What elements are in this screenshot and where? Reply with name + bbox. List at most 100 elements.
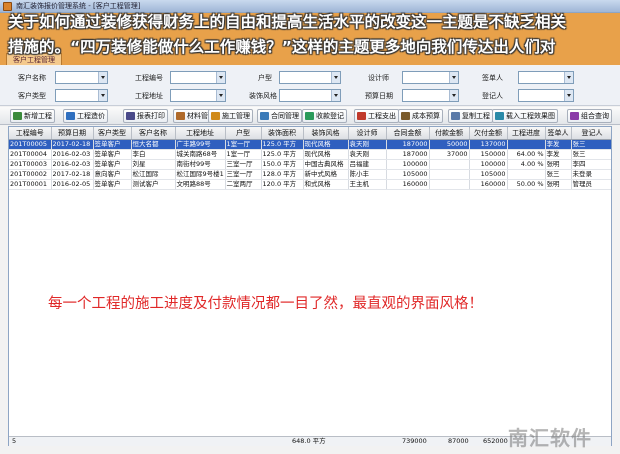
table-cell: 和式风格 xyxy=(303,179,349,190)
chevron-down-icon[interactable] xyxy=(216,72,225,83)
button-label: 合同管理 xyxy=(271,112,299,120)
project-grid[interactable]: 工程编号 预算日期 客户类型 客户名称 工程地址 户型 装饰面积 装饰风格 设计… xyxy=(8,126,612,446)
table-cell: 187000 xyxy=(386,139,430,150)
column-header[interactable]: 装饰面积 xyxy=(261,127,304,140)
filter-label: 登记人 xyxy=(482,92,503,100)
table-row[interactable]: 201T00005 2017-02-18 签单客户 恒大名都 广丰路99号 1室… xyxy=(9,139,611,150)
button-label: 工程支出 xyxy=(368,112,396,120)
table-cell: 50.00 % xyxy=(507,179,546,190)
table-cell: 201T00005 xyxy=(9,139,52,150)
combined-query-button[interactable]: 组合查询 xyxy=(567,109,612,123)
table-cell: 64.00 % xyxy=(507,149,546,160)
chevron-down-icon[interactable] xyxy=(564,90,573,101)
table-cell: 张三 xyxy=(571,149,611,160)
add-icon xyxy=(13,112,22,120)
table-header-row: 工程编号 预算日期 客户类型 客户名称 工程地址 户型 装饰面积 装饰风格 设计… xyxy=(9,127,611,140)
project-address-select[interactable] xyxy=(170,89,226,102)
project-cost-button[interactable]: 工程造价 xyxy=(63,109,108,123)
column-header[interactable]: 预算日期 xyxy=(51,127,94,140)
button-label: 组合查询 xyxy=(581,112,609,120)
button-label: 收款登记 xyxy=(316,112,344,120)
payment-register-button[interactable]: 收款登记 xyxy=(302,109,347,123)
column-header[interactable]: 签单人 xyxy=(545,127,572,140)
construction-icon xyxy=(211,112,220,120)
report-print-button[interactable]: 报表打印 xyxy=(123,109,168,123)
signer-select[interactable] xyxy=(518,71,574,84)
registrar-select[interactable] xyxy=(518,89,574,102)
column-header[interactable]: 户型 xyxy=(225,127,262,140)
table-cell: 意向客户 xyxy=(93,169,132,180)
table-cell: 新中式风格 xyxy=(303,169,349,180)
column-header[interactable]: 登记人 xyxy=(571,127,611,140)
table-cell: 李发 xyxy=(545,149,572,160)
load-rendering-button[interactable]: 载入工程效果图 xyxy=(492,109,558,123)
material-icon xyxy=(176,112,185,120)
column-header[interactable]: 工程进度 xyxy=(507,127,546,140)
table-cell: 陈小丰 xyxy=(348,169,387,180)
button-label: 载入工程效果图 xyxy=(506,112,555,120)
table-row[interactable]: 201T00004 2016-02-03 签单客户 李白 城关南路68号 1室一… xyxy=(9,149,611,160)
customer-name-select[interactable] xyxy=(55,71,108,84)
filter-panel: 客户名称 工程编号 户型 设计师 签单人 客户类型 工程地址 装饰风格 预算日期… xyxy=(0,66,620,106)
table-cell: 李白 xyxy=(131,149,176,160)
contract-total: 739000 xyxy=(402,437,427,445)
table-cell: 50000 xyxy=(429,139,470,150)
designer-select[interactable] xyxy=(402,71,459,84)
project-expense-button[interactable]: 工程支出 xyxy=(354,109,399,123)
search-icon xyxy=(570,112,579,120)
chevron-down-icon[interactable] xyxy=(331,90,340,101)
table-cell xyxy=(429,179,470,190)
construction-manage-button[interactable]: 施工管理 xyxy=(208,109,253,123)
cost-budget-button[interactable]: 成本预算 xyxy=(398,109,443,123)
chevron-down-icon[interactable] xyxy=(449,72,458,83)
decor-style-select[interactable] xyxy=(279,89,341,102)
table-cell: 201T00002 xyxy=(9,169,52,180)
budget-icon xyxy=(401,112,410,120)
chevron-down-icon[interactable] xyxy=(564,72,573,83)
column-header[interactable]: 工程编号 xyxy=(9,127,52,140)
column-header[interactable]: 客户类型 xyxy=(93,127,132,140)
copy-project-button[interactable]: 复制工程 xyxy=(448,109,493,123)
filter-label: 客户名称 xyxy=(18,74,46,82)
print-icon xyxy=(126,112,135,120)
chevron-down-icon[interactable] xyxy=(98,72,107,83)
tab-customer-project[interactable]: 客户工程管理 xyxy=(6,53,62,65)
add-project-button[interactable]: 新增工程 xyxy=(10,109,55,123)
project-table: 工程编号 预算日期 客户类型 客户名称 工程地址 户型 装饰面积 装饰风格 设计… xyxy=(9,127,611,190)
filter-label: 工程地址 xyxy=(135,92,163,100)
table-cell: 张三 xyxy=(545,169,572,180)
table-cell: 三室一厅 xyxy=(225,169,262,180)
table-row[interactable]: 201T00003 2016-02-03 签单客户 刘星 南街村99号 三室一厅… xyxy=(9,159,611,170)
table-cell: 南街村99号 xyxy=(175,159,226,170)
table-row[interactable]: 201T00002 2017-02-18 意向客户 松江国际 松江国际9号楼1 … xyxy=(9,169,611,180)
chevron-down-icon[interactable] xyxy=(331,72,340,83)
table-cell: 文明路88号 xyxy=(175,179,226,190)
column-header[interactable]: 工程地址 xyxy=(175,127,226,140)
column-header[interactable]: 欠付金额 xyxy=(469,127,508,140)
window-titlebar: 南汇装饰报价管理系统 - [客户工程管理] xyxy=(0,0,620,13)
table-row[interactable]: 201T00001 2016-02-05 签单客户 测试客户 文明路88号 二室… xyxy=(9,179,611,190)
column-header[interactable]: 装饰风格 xyxy=(303,127,349,140)
promo-message: 每一个工程的施工进度及付款情况都一目了然，最直观的界面风格！ xyxy=(48,296,483,312)
column-header[interactable]: 客户名称 xyxy=(131,127,176,140)
chevron-down-icon[interactable] xyxy=(449,90,458,101)
table-cell: 137000 xyxy=(469,139,508,150)
layout-select[interactable] xyxy=(279,71,341,84)
table-cell: 120.0 平方 xyxy=(261,179,304,190)
table-cell: 张明 xyxy=(545,159,572,170)
project-no-select[interactable] xyxy=(170,71,226,84)
expense-icon xyxy=(357,112,366,120)
table-cell: 105000 xyxy=(386,169,430,180)
column-header[interactable]: 付款金额 xyxy=(429,127,470,140)
chevron-down-icon[interactable] xyxy=(98,90,107,101)
column-header[interactable]: 合同金额 xyxy=(386,127,430,140)
contract-manage-button[interactable]: 合同管理 xyxy=(257,109,302,123)
budget-date-select[interactable] xyxy=(402,89,459,102)
table-cell: 160000 xyxy=(469,179,508,190)
column-header[interactable]: 设计师 xyxy=(348,127,387,140)
table-cell: 袁天刚 xyxy=(348,149,387,160)
customer-type-select[interactable] xyxy=(55,89,108,102)
filter-label: 客户类型 xyxy=(18,92,46,100)
table-cell: 187000 xyxy=(386,149,430,160)
chevron-down-icon[interactable] xyxy=(216,90,225,101)
